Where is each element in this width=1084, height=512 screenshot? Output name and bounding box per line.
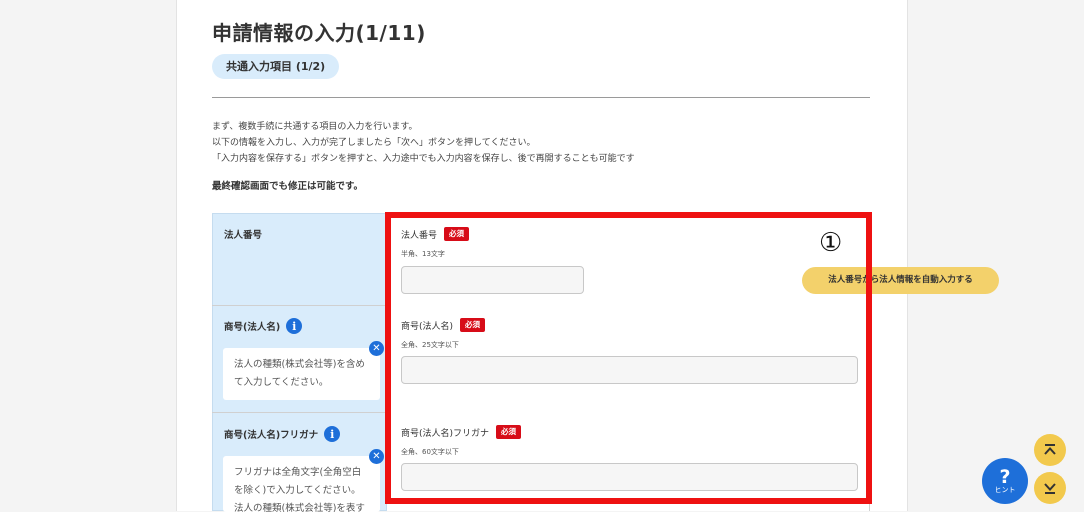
hint-label: ヒント	[994, 485, 1016, 494]
intro-line-3: 「入力内容を保存する」ボタンを押すと、入力途中でも入力内容を保存し、後で再開する…	[212, 154, 635, 164]
tooltip-company-name: 法人の種類(株式会社等)を含めて入力してください。	[223, 348, 380, 400]
step-indicator-pill: 共通入力項目 (1/2)	[212, 54, 340, 79]
info-icon[interactable]: i	[286, 318, 303, 334]
field-hint-corporate-number: 半角、13文字	[401, 250, 445, 258]
hint-button[interactable]: ? ヒント	[982, 458, 1028, 504]
row-label-company-kana: 商号(法人名)フリガナ i	[224, 426, 341, 442]
company-kana-input[interactable]	[401, 463, 858, 491]
required-badge: 必須	[444, 227, 470, 241]
field-label-corporate-number: 法人番号 必須	[401, 227, 470, 241]
input-column: 法人番号 必須 半角、13文字 法人番号から法人情報を自動入力する 商号(法人名…	[387, 213, 999, 511]
scroll-to-bottom-icon[interactable]	[1034, 472, 1066, 504]
question-icon: ?	[999, 465, 1011, 488]
field-label-company-kana: 商号(法人名)フリガナ 必須	[401, 425, 522, 439]
row-label-company-name: 商号(法人名) i	[224, 318, 303, 334]
tooltip-company-kana: フリガナは全角文字(全角空白を除く)で入力してください。法人の種類(株式会社等)…	[223, 456, 380, 512]
form-table: 法人番号 商号(法人名) i 法人の種類(株式会社等)を含めて入力してください。…	[212, 213, 999, 512]
info-icon[interactable]: i	[324, 426, 341, 442]
label-column: 法人番号 商号(法人名) i 法人の種類(株式会社等)を含めて入力してください。…	[212, 213, 387, 512]
close-icon[interactable]: ✕	[369, 449, 384, 464]
field-label-company-name: 商号(法人名) 必須	[401, 318, 486, 332]
intro-line-2: 以下の情報を入力し、入力が完了しましたら「次へ」ボタンを押してください。	[212, 138, 536, 148]
title-divider	[212, 97, 870, 98]
corporate-number-input[interactable]	[401, 266, 584, 294]
field-hint-company-kana: 全角、60文字以下	[401, 448, 459, 456]
intro-line-1: まず、複数手続に共通する項目の入力を行います。	[212, 122, 418, 132]
company-name-input[interactable]	[401, 356, 858, 384]
required-badge: 必須	[460, 318, 486, 332]
annotation-marker: ①	[819, 228, 843, 258]
field-hint-company-name: 全角、25文字以下	[401, 341, 459, 349]
close-icon[interactable]: ✕	[369, 341, 384, 356]
intro-text: まず、複数手続に共通する項目の入力を行います。 以下の情報を入力し、入力が完了し…	[212, 119, 635, 167]
edit-note: 最終確認画面でも修正は可能です。	[212, 181, 364, 192]
autofill-from-corporate-number-button[interactable]: 法人番号から法人情報を自動入力する	[802, 267, 999, 294]
scroll-to-top-icon[interactable]	[1034, 434, 1066, 466]
row-label-corporate-number: 法人番号	[224, 230, 263, 241]
page-title: 申請情報の入力(1/11)	[212, 21, 426, 45]
required-badge: 必須	[496, 425, 522, 439]
